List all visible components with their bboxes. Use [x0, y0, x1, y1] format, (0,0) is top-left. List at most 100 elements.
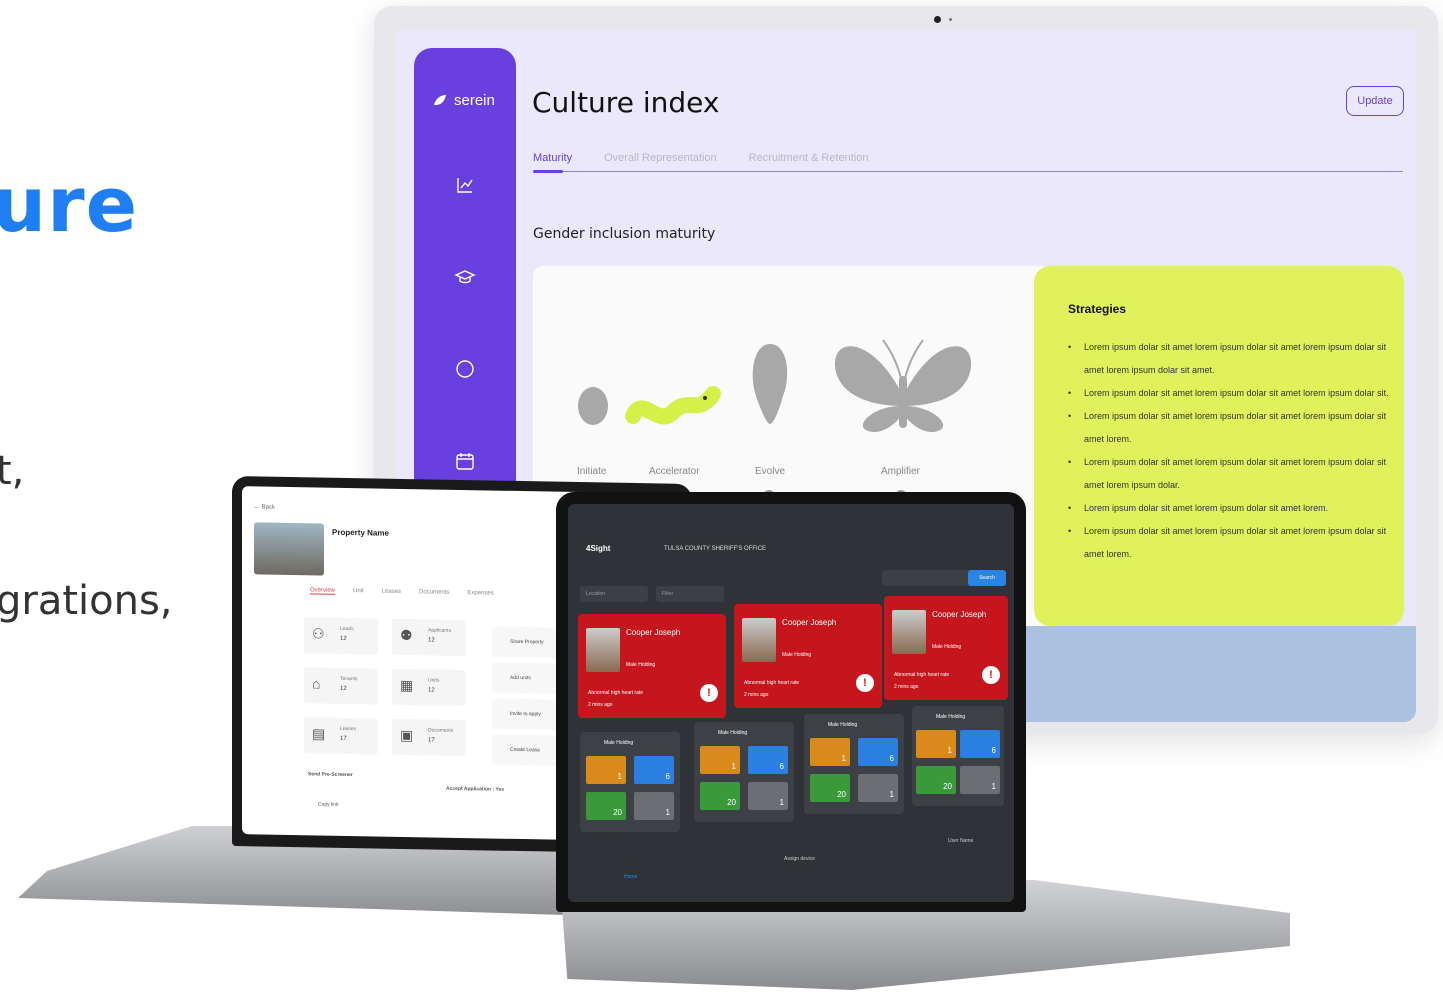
- warning-count: 1: [841, 754, 846, 763]
- warning-count: 1: [731, 762, 736, 771]
- tab-divider: [533, 171, 1403, 172]
- holding-card[interactable]: Male Holding 1 6 20 1: [804, 714, 904, 814]
- right-laptop: 4Sight TULSA COUNTY SHERIFF'S OFFICE Loc…: [556, 492, 1026, 912]
- tab-recruitment-retention[interactable]: Recruitment & Retention: [749, 152, 869, 164]
- holding-card-title: Male Holding: [828, 722, 858, 728]
- tab-expenses[interactable]: Expenses: [467, 590, 493, 597]
- stat-label: Tenants: [340, 675, 358, 683]
- holding-card[interactable]: Male Holding 1 6 20 1: [580, 732, 680, 832]
- disconnected-box: 1: [960, 766, 1000, 794]
- nav-home[interactable]: Home: [624, 874, 637, 880]
- ok-box: 20: [916, 766, 956, 794]
- excluding-box: 6: [960, 730, 1000, 758]
- ok-count: 20: [727, 798, 736, 807]
- alert-card-status: Male Holding: [626, 662, 656, 668]
- nav-assign-device[interactable]: Assign device: [784, 856, 815, 862]
- location-select[interactable]: Location: [580, 586, 648, 602]
- disconnected-count: 1: [665, 808, 670, 817]
- stat-label: Leads: [340, 625, 354, 633]
- stat-leads[interactable]: ⚇ Leads 12: [304, 617, 378, 655]
- stage-label-amplifier: Amplifier: [881, 466, 920, 477]
- alert-card-time: 2 mins ago: [894, 684, 919, 690]
- strategies-panel: Strategies Lorem ipsum dolar sit amet lo…: [1034, 266, 1404, 626]
- strategy-item: Lorem ipsum dolar sit amet lorem ipsum d…: [1068, 405, 1398, 451]
- alert-card-name: Cooper Joseph: [932, 610, 987, 619]
- stage-label-initiate: Initiate: [577, 466, 607, 477]
- 4sight-logo[interactable]: 4Sight: [586, 544, 610, 553]
- ok-box: 20: [586, 792, 626, 820]
- pre-screener-label: Send Pre-Screener: [308, 771, 353, 779]
- stat-documents[interactable]: ▣ Documents 17: [392, 718, 466, 757]
- nav-user-name[interactable]: User Name: [948, 838, 973, 844]
- holding-card[interactable]: Male Holding 1 6 20 1: [912, 706, 1004, 806]
- search-input[interactable]: [882, 570, 982, 586]
- stat-units[interactable]: ▦ Units 12: [392, 668, 466, 707]
- ok-box: 20: [810, 774, 850, 802]
- stat-applicants[interactable]: ⚉ Applicants 12: [392, 618, 466, 657]
- dashboard-screen: 4Sight TULSA COUNTY SHERIFF'S OFFICE Loc…: [568, 504, 1014, 902]
- strategy-item: Lorem ipsum dolar sit amet lorem ipsum d…: [1068, 451, 1398, 497]
- tab-documents[interactable]: Documents: [419, 589, 449, 597]
- filter-select[interactable]: Filter: [656, 586, 724, 602]
- stat-tenants[interactable]: ⌂ Tenants 12: [304, 667, 378, 705]
- back-link[interactable]: ← Back: [254, 504, 275, 510]
- ok-count: 20: [943, 782, 952, 791]
- cocoon-icon: [752, 344, 788, 424]
- stat-value: 12: [340, 685, 347, 692]
- alert-card-message: Abnormal high heart rate: [894, 672, 950, 678]
- excluding-box: 6: [748, 746, 788, 774]
- graduation-cap-icon: [454, 270, 476, 284]
- warning-count: 1: [947, 746, 952, 755]
- warning-box: 1: [916, 730, 956, 758]
- excluding-box: 6: [634, 756, 674, 784]
- holding-card[interactable]: Male Holding 1 6 20 1: [694, 722, 794, 822]
- warning-box: 1: [586, 756, 626, 784]
- copy-link-button[interactable]: Copy link: [318, 801, 339, 807]
- alert-icon: !: [856, 674, 874, 692]
- sidebar-item-analytics[interactable]: [454, 174, 476, 196]
- strategies-list: Lorem ipsum dolar sit amet lorem ipsum d…: [1068, 336, 1398, 566]
- strategies-title: Strategies: [1068, 302, 1127, 316]
- ok-box: 20: [700, 782, 740, 810]
- calendar-icon: [456, 453, 474, 470]
- alert-card-message: Abnormal high heart rate: [744, 680, 800, 686]
- ok-count: 20: [613, 808, 622, 817]
- tab-overview[interactable]: Overview: [310, 587, 336, 595]
- search-button[interactable]: Search: [968, 570, 1006, 586]
- alert-icon: !: [700, 684, 718, 702]
- alert-card-time: 2 mins ago: [744, 692, 769, 698]
- lease-icon: ▤: [312, 725, 326, 742]
- tab-maturity[interactable]: Maturity: [533, 152, 572, 164]
- alert-icon: !: [982, 666, 1000, 684]
- property-photo: [254, 522, 324, 576]
- disconnected-count: 1: [779, 798, 784, 807]
- warning-box: 1: [810, 738, 850, 766]
- logo-text: serein: [454, 92, 495, 109]
- tab-leases[interactable]: Leases: [382, 589, 401, 596]
- stat-leases[interactable]: ▤ Leases 17: [304, 717, 378, 755]
- alert-card-name: Cooper Joseph: [782, 618, 837, 627]
- avatar: [742, 618, 776, 662]
- ok-count: 20: [837, 790, 846, 799]
- serein-logo[interactable]: serein: [432, 92, 495, 109]
- tab-bar: Maturity Overall Representation Recruitm…: [533, 152, 868, 164]
- sidebar-item-learning[interactable]: [454, 266, 476, 288]
- stat-label: Units: [428, 677, 440, 684]
- tab-overall-representation[interactable]: Overall Representation: [604, 152, 717, 164]
- update-button[interactable]: Update: [1346, 86, 1404, 116]
- office-name: TULSA COUNTY SHERIFF'S OFFICE: [664, 546, 767, 552]
- excluding-count: 6: [889, 754, 894, 763]
- alert-card[interactable]: Cooper Joseph Male Holding Abnormal high…: [578, 614, 726, 718]
- stage-label-accelerator: Accelerator: [649, 466, 700, 477]
- disconnected-box: 1: [634, 792, 674, 820]
- alert-card[interactable]: Cooper Joseph Male Holding Abnormal high…: [734, 604, 882, 708]
- sidebar-item-circle[interactable]: [454, 358, 476, 380]
- alert-card[interactable]: Cooper Joseph Male Holding Abnormal high…: [884, 596, 1008, 700]
- stat-value: 12: [340, 635, 347, 642]
- stage-label-evolve: Evolve: [755, 466, 786, 477]
- tab-unit[interactable]: Unit: [353, 588, 364, 595]
- egg-icon: [578, 387, 608, 425]
- tenants-icon: ⌂: [312, 675, 321, 692]
- sidebar-item-calendar[interactable]: [454, 450, 476, 472]
- page-title: Culture index: [532, 86, 720, 119]
